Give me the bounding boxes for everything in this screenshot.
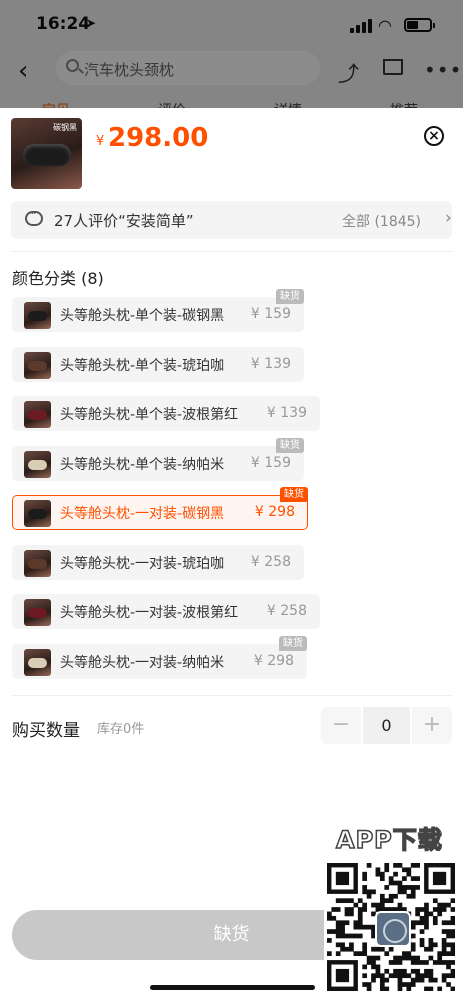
app-download-label: APP下载 bbox=[335, 825, 443, 855]
review-highlight: 27人评价“安装简单” bbox=[54, 212, 194, 230]
color-option[interactable]: 头等舱头枕-单个装-琥珀咖 ¥ 139 bbox=[12, 347, 304, 382]
option-thumbnail bbox=[24, 302, 51, 329]
option-label: 头等舱头枕-单个装-波根第红 bbox=[60, 407, 239, 423]
out-of-stock-badge: 缺货 bbox=[276, 289, 304, 304]
option-thumbnail bbox=[24, 649, 51, 676]
product-price: 298.00 bbox=[108, 123, 209, 153]
option-price: ¥ 258 bbox=[266, 603, 307, 619]
option-label: 头等舱头枕-一对装-波根第红 bbox=[60, 605, 239, 621]
quantity-label: 购买数量 bbox=[12, 721, 80, 741]
comment-icon bbox=[25, 207, 43, 226]
color-option[interactable]: 头等舱头枕-一对装-碳钢黑 ¥ 298 缺货 bbox=[12, 487, 308, 530]
review-summary-bar[interactable]: 27人评价“安装简单” 全部 (1845) › bbox=[11, 201, 452, 239]
option-label: 头等舱头枕-单个装-琥珀咖 bbox=[60, 358, 225, 374]
option-thumbnail bbox=[24, 500, 51, 527]
color-section-title: 颜色分类 (8) bbox=[12, 269, 104, 288]
increase-button[interactable]: + bbox=[412, 707, 452, 744]
home-indicator bbox=[150, 985, 315, 990]
quantity-value[interactable]: 0 bbox=[363, 707, 410, 744]
pillow-image bbox=[23, 144, 71, 166]
option-price: ¥ 159 bbox=[250, 306, 291, 322]
option-price: ¥ 139 bbox=[250, 356, 291, 372]
qr-logo bbox=[375, 911, 411, 947]
option-price: ¥ 258 bbox=[250, 554, 291, 570]
decrease-button[interactable]: − bbox=[321, 707, 361, 744]
option-price: ¥ 298 bbox=[253, 653, 294, 669]
price-currency: ¥ bbox=[96, 134, 105, 149]
quantity-stepper: − 0 + bbox=[321, 707, 452, 744]
option-label: 头等舱头枕-一对装-琥珀咖 bbox=[60, 556, 225, 572]
option-label: 头等舱头枕-单个装-碳钢黑 bbox=[60, 308, 225, 324]
divider bbox=[11, 251, 452, 252]
color-option[interactable]: 头等舱头枕-单个装-纳帕米 ¥ 159 缺货 bbox=[12, 438, 304, 481]
color-option[interactable]: 头等舱头枕-一对装-琥珀咖 ¥ 258 bbox=[12, 545, 304, 580]
stock-count: 库存0件 bbox=[97, 722, 145, 737]
option-thumbnail bbox=[24, 352, 51, 379]
close-button[interactable]: × bbox=[424, 126, 444, 146]
option-label: 头等舱头枕-一对装-纳帕米 bbox=[60, 655, 225, 671]
option-thumbnail bbox=[24, 550, 51, 577]
background-page: 16:24 ➤ ◠ ‹ 汽车枕头颈枕 ⤴ ••• 宝贝 评价 详情 推荐 bbox=[0, 0, 463, 119]
out-of-stock-badge: 缺货 bbox=[280, 487, 308, 502]
out-of-stock-badge: 缺货 bbox=[276, 438, 304, 453]
thumb-label: 碳钢黑 bbox=[53, 123, 77, 132]
review-all-count: 全部 (1845) bbox=[342, 214, 422, 230]
color-option[interactable]: 头等舱头枕-单个装-波根第红 ¥ 139 bbox=[12, 396, 320, 431]
option-label: 头等舱头枕-一对装-碳钢黑 bbox=[60, 506, 225, 522]
qr-code bbox=[324, 860, 458, 994]
option-price: ¥ 159 bbox=[250, 455, 291, 471]
color-option[interactable]: 头等舱头枕-一对装-纳帕米 ¥ 298 缺货 bbox=[12, 636, 307, 679]
option-price: ¥ 298 bbox=[254, 504, 295, 520]
out-of-stock-badge: 缺货 bbox=[279, 636, 307, 651]
chevron-right-icon: › bbox=[445, 208, 452, 228]
sku-sheet: 碳钢黑 ¥ 298.00 × 27人评价“安装简单” 全部 (1845) › 颜… bbox=[0, 108, 463, 1000]
option-thumbnail bbox=[24, 599, 51, 626]
product-thumbnail[interactable]: 碳钢黑 bbox=[11, 118, 82, 189]
option-thumbnail bbox=[24, 451, 51, 478]
option-label: 头等舱头枕-单个装-纳帕米 bbox=[60, 457, 225, 473]
divider bbox=[11, 695, 452, 696]
color-option[interactable]: 头等舱头枕-单个装-碳钢黑 ¥ 159 缺货 bbox=[12, 289, 304, 332]
option-thumbnail bbox=[24, 401, 51, 428]
option-price: ¥ 139 bbox=[266, 405, 307, 421]
color-option[interactable]: 头等舱头枕-一对装-波根第红 ¥ 258 bbox=[12, 594, 320, 629]
dim-overlay[interactable] bbox=[0, 0, 463, 108]
